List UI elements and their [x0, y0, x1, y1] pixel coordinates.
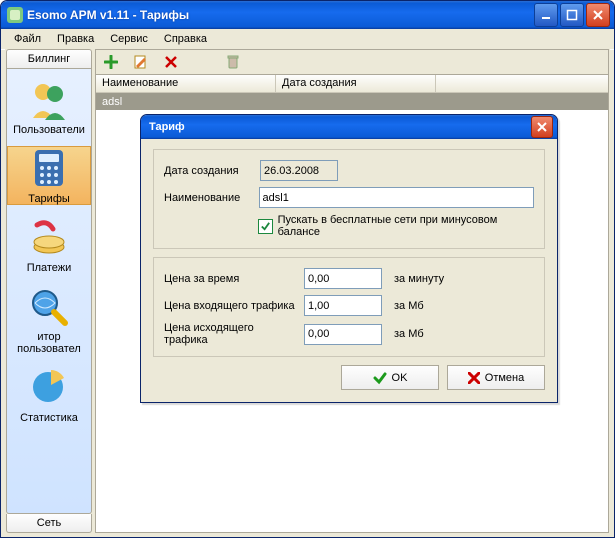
coins-icon [26, 215, 72, 259]
users-icon [26, 77, 72, 121]
dialog-titlebar[interactable]: Тариф [141, 115, 557, 139]
sidebar-item-label: Статистика [20, 412, 78, 424]
price-time-field[interactable] [304, 268, 382, 289]
app-window: Esomo APM v1.11 - Тарифы Файл Правка Сер… [0, 0, 615, 538]
price-out-label: Цена исходящего трафика [164, 322, 298, 346]
tariff-dialog: Тариф Дата создания Наименование Пускать… [140, 114, 558, 403]
add-button[interactable] [102, 53, 120, 71]
price-time-label: Цена за время [164, 273, 298, 285]
close-button[interactable] [586, 3, 610, 27]
sidebar-tab-billing[interactable]: Биллинг [6, 49, 92, 68]
ok-button-label: OK [392, 372, 408, 384]
window-title: Esomo APM v1.11 - Тарифы [27, 8, 530, 22]
toolbar [95, 49, 609, 75]
menu-help[interactable]: Справка [157, 31, 214, 47]
titlebar[interactable]: Esomo APM v1.11 - Тарифы [1, 1, 614, 29]
x-icon [468, 372, 480, 384]
dialog-title: Тариф [149, 121, 531, 133]
price-time-unit: за минуту [394, 273, 444, 285]
menu-edit[interactable]: Правка [50, 31, 101, 47]
checkbox-label: Пускать в бесплатные сети при минусовом … [278, 214, 534, 238]
sidebar-item-label: Тарифы [28, 193, 70, 205]
price-in-unit: за Мб [394, 300, 424, 312]
dialog-close-button[interactable] [531, 116, 553, 138]
calculator-icon [26, 146, 72, 190]
sidebar: Биллинг Пользователи Тарифы Платежи итор… [5, 49, 93, 533]
check-icon [373, 371, 387, 385]
sidebar-item-label: Пользователи [13, 124, 85, 136]
sidebar-item-payments[interactable]: Платежи [7, 215, 91, 274]
piechart-icon [26, 365, 72, 409]
price-in-label: Цена входящего трафика [164, 300, 298, 312]
edit-button[interactable] [132, 53, 150, 71]
sidebar-item-stats[interactable]: Статистика [7, 365, 91, 424]
delete-button[interactable] [162, 53, 180, 71]
sidebar-item-label: Платежи [27, 262, 72, 274]
group-prices: Цена за время за минуту Цена входящего т… [153, 257, 545, 357]
sidebar-tab-network[interactable]: Сеть [6, 514, 92, 533]
table-row[interactable]: adsl [96, 93, 608, 110]
group-general: Дата создания Наименование Пускать в бес… [153, 149, 545, 249]
cell-name: adsl [96, 96, 276, 108]
trash-button[interactable] [224, 53, 242, 71]
price-out-field[interactable] [304, 324, 382, 345]
sidebar-item-user-monitor[interactable]: итор пользовател [7, 284, 91, 355]
checkmark-icon [258, 219, 273, 234]
column-header-name[interactable]: Наименование [96, 75, 276, 93]
sidebar-item-users[interactable]: Пользователи [7, 77, 91, 136]
magnifier-globe-icon [26, 284, 72, 328]
price-in-field[interactable] [304, 295, 382, 316]
name-label: Наименование [164, 192, 253, 204]
column-header-empty [436, 75, 608, 93]
minimize-button[interactable] [534, 3, 558, 27]
app-icon [7, 7, 23, 23]
date-field [260, 160, 338, 181]
price-out-unit: за Мб [394, 328, 424, 340]
cancel-button-label: Отмена [485, 372, 524, 384]
maximize-button[interactable] [560, 3, 584, 27]
menu-file[interactable]: Файл [7, 31, 48, 47]
name-field[interactable] [259, 187, 534, 208]
menubar: Файл Правка Сервис Справка [1, 29, 614, 50]
menu-service[interactable]: Сервис [103, 31, 155, 47]
free-nets-checkbox[interactable]: Пускать в бесплатные сети при минусовом … [258, 214, 534, 238]
sidebar-item-label: итор пользовател [7, 331, 91, 355]
column-header-date[interactable]: Дата создания [276, 75, 436, 93]
sidebar-item-tariffs[interactable]: Тарифы [7, 146, 91, 205]
date-label: Дата создания [164, 165, 254, 177]
cancel-button[interactable]: Отмена [447, 365, 545, 390]
ok-button[interactable]: OK [341, 365, 439, 390]
